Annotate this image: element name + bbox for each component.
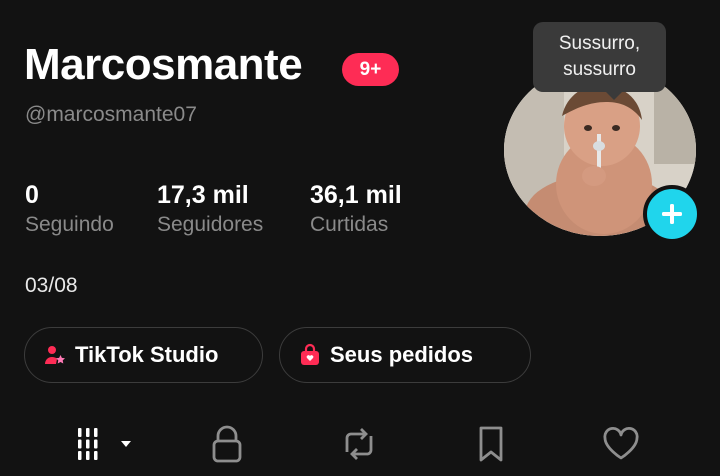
avatar-tooltip: Sussurro, sussurro bbox=[533, 22, 666, 92]
tooltip-line-2: sussurro bbox=[563, 59, 636, 80]
stat-likes-value: 36,1 mil bbox=[310, 181, 402, 209]
repost-icon bbox=[345, 428, 373, 460]
your-orders-button[interactable]: Seus pedidos bbox=[279, 327, 531, 383]
tab-liked[interactable] bbox=[601, 424, 641, 464]
stat-following-value: 0 bbox=[25, 181, 39, 209]
stat-followers-label: Seguidores bbox=[157, 213, 264, 236]
your-orders-label: Seus pedidos bbox=[330, 342, 474, 367]
tiktok-studio-label: TikTok Studio bbox=[75, 342, 219, 367]
heart-icon bbox=[603, 426, 639, 460]
stat-likes-label: Curtidas bbox=[310, 213, 389, 236]
tab-videos[interactable] bbox=[76, 424, 134, 464]
plus-icon bbox=[662, 204, 682, 224]
stat-following[interactable]: 0 Seguindo bbox=[25, 180, 114, 237]
profile-username: @marcosmante07 bbox=[25, 103, 197, 126]
tooltip-line-1: Sussurro, bbox=[558, 33, 641, 54]
grid-icon bbox=[78, 428, 131, 460]
tooltip-arrow bbox=[605, 91, 623, 100]
lock-icon bbox=[212, 425, 242, 463]
profile-bio: 03/08 bbox=[25, 274, 78, 297]
notification-badge[interactable]: 9+ bbox=[342, 53, 399, 86]
stat-likes[interactable]: 36,1 mil Curtidas bbox=[310, 180, 402, 237]
profile-display-name: Marcosmante bbox=[24, 40, 303, 89]
bookmark-icon bbox=[479, 426, 503, 462]
chevron-down-icon bbox=[121, 441, 131, 447]
tab-reposts[interactable] bbox=[339, 424, 379, 464]
stat-followers[interactable]: 17,3 mil Seguidores bbox=[157, 180, 263, 237]
tab-favorites[interactable] bbox=[471, 424, 511, 464]
add-story-button[interactable] bbox=[643, 185, 701, 243]
stat-followers-value: 17,3 mil bbox=[157, 181, 249, 209]
studio-user-star-icon bbox=[43, 343, 67, 367]
shopping-bag-icon bbox=[298, 343, 322, 367]
stat-following-label: Seguindo bbox=[25, 213, 114, 236]
tiktok-studio-button[interactable]: TikTok Studio bbox=[24, 327, 263, 383]
tab-private[interactable] bbox=[207, 424, 247, 464]
